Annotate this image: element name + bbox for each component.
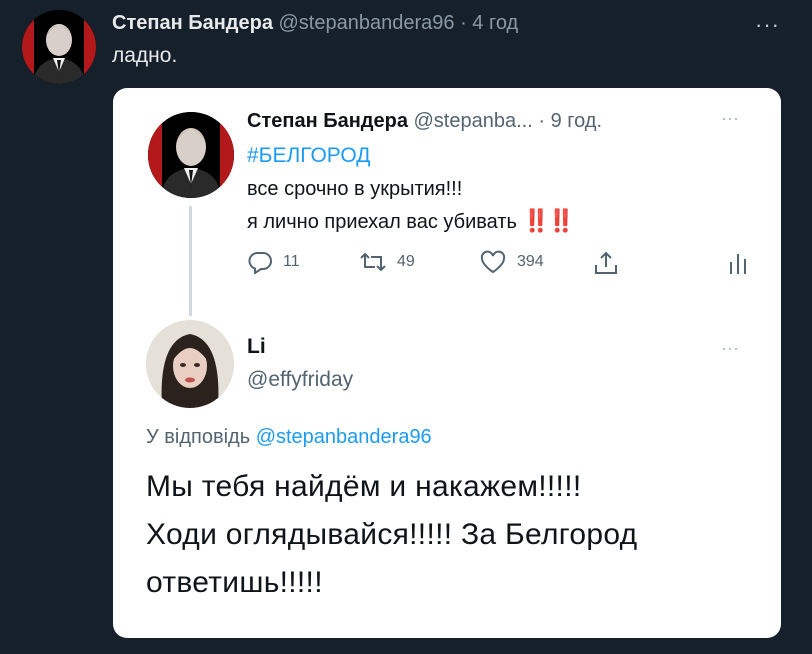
avatar[interactable]: [148, 112, 234, 198]
retweet-count: 49: [397, 253, 415, 270]
author-name[interactable]: Степан Бандера: [112, 12, 273, 34]
separator: ·: [460, 12, 467, 34]
tweet-header: Степан Бандера @stepanbandera96 · 4 год: [112, 12, 518, 35]
tweet-text: я лично приехал вас убивать: [247, 211, 517, 233]
reply-text-line: Мы тебя найдём и накажем!!!!!: [146, 470, 582, 503]
analytics-button[interactable]: [727, 250, 749, 276]
replying-to: У відповідь @stepanbandera96: [146, 426, 432, 449]
more-options-icon[interactable]: ···: [721, 338, 739, 359]
timestamp[interactable]: 9 год.: [551, 110, 602, 132]
hashtag-link[interactable]: #БЕЛГОРОД: [247, 144, 370, 168]
reply-text-line: ответишь!!!!!: [146, 566, 323, 599]
share-icon: [595, 251, 617, 274]
reply-handle-link[interactable]: @stepanbandera96: [256, 426, 432, 448]
retweet-button[interactable]: 49: [359, 250, 415, 274]
author-name[interactable]: Li: [247, 335, 266, 359]
author-handle[interactable]: @effyfriday: [247, 368, 353, 392]
separator: ·: [538, 110, 546, 132]
tweet-text: ладно.: [112, 44, 178, 67]
reply-count: 11: [283, 253, 300, 270]
more-options-icon[interactable]: ···: [721, 108, 739, 129]
like-button[interactable]: 394: [479, 250, 544, 274]
reply-button[interactable]: 11: [247, 250, 300, 274]
tweet-text-line: все срочно в укрытия!!!: [247, 178, 463, 200]
author-handle[interactable]: @stepanbandera96: [279, 12, 455, 34]
heart-icon: [480, 250, 506, 274]
embedded-tweet-card[interactable]: Степан Бандера @stepanba... · 9 год. ···…: [113, 88, 781, 638]
like-count: 394: [517, 253, 544, 270]
retweet-icon: [360, 252, 386, 272]
avatar[interactable]: [146, 320, 234, 408]
author-name[interactable]: Степан Бандера: [247, 110, 408, 132]
tweet-text-line: я лично приехал вас убивать ‼️‼️: [247, 208, 575, 234]
reply-prefix: У відповідь: [146, 426, 251, 448]
reply-text-line: Ходи оглядывайся!!!!! За Белгород: [146, 518, 638, 551]
author-handle[interactable]: @stepanba...: [414, 110, 533, 132]
tweet-actions: 11 49 394: [247, 250, 747, 280]
more-options-icon[interactable]: ···: [755, 12, 780, 38]
timestamp[interactable]: 4 год: [472, 12, 518, 34]
reply-icon: [248, 252, 272, 274]
analytics-icon: [730, 254, 746, 274]
thread-line: [189, 206, 192, 316]
tweet-header: Степан Бандера @stepanba... · 9 год.: [247, 110, 602, 133]
avatar[interactable]: [22, 10, 96, 84]
double-exclamation-emoji: ‼️‼️: [522, 208, 575, 233]
share-button[interactable]: [593, 250, 619, 276]
